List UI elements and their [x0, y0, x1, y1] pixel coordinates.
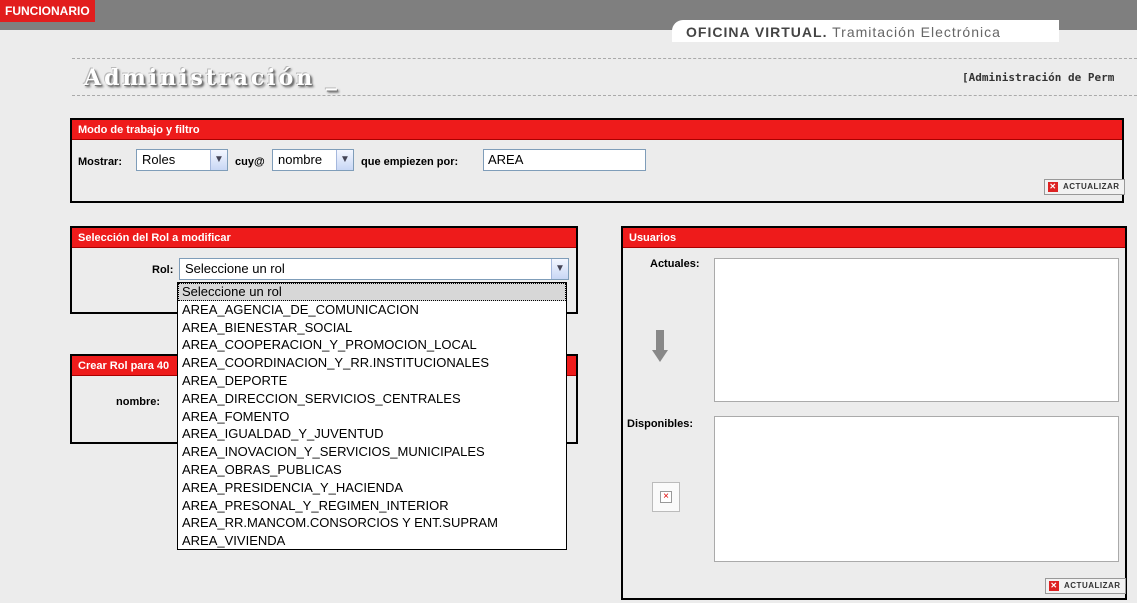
- users-refresh-button-label: ACTUALIZAR: [1064, 581, 1121, 590]
- available-users-list[interactable]: [714, 416, 1119, 562]
- starts-with-input[interactable]: AREA: [483, 149, 646, 171]
- whose-label: cuy@: [235, 156, 265, 168]
- users-refresh-button[interactable]: ✕ ACTUALIZAR: [1045, 578, 1126, 594]
- current-users-list[interactable]: [714, 258, 1119, 402]
- refresh-button[interactable]: ✕ ACTUALIZAR: [1044, 179, 1125, 195]
- whose-select[interactable]: nombre ▼: [272, 149, 354, 171]
- role-option[interactable]: AREA_FOMENTO: [178, 408, 566, 426]
- role-select[interactable]: Seleccione un rol ▼: [179, 258, 569, 280]
- office-tab: OFICINA VIRTUAL. Tramitación Electrónica: [672, 20, 1059, 42]
- role-option[interactable]: AREA_VIVIENDA: [178, 532, 566, 550]
- office-subtitle: Tramitación Electrónica: [827, 24, 1001, 40]
- role-option[interactable]: AREA_COORDINACION_Y_RR.INSTITUCIONALES: [178, 354, 566, 372]
- role-badge: FUNCIONARIO: [0, 0, 95, 22]
- title-area: Administración _ [Administración de Perm: [72, 58, 1137, 96]
- role-option[interactable]: AREA_PRESONAL_Y_REGIMEN_INTERIOR: [178, 497, 566, 515]
- name-label: nombre:: [116, 396, 160, 408]
- available-users-label: Disponibles:: [627, 418, 694, 430]
- role-option[interactable]: AREA_DEPORTE: [178, 372, 566, 390]
- role-option[interactable]: AREA_OBRAS_PUBLICAS: [178, 461, 566, 479]
- role-option[interactable]: AREA_BIENESTAR_SOCIAL: [178, 319, 566, 337]
- broken-image-icon[interactable]: ×: [652, 482, 680, 512]
- role-option[interactable]: AREA_RR.MANCOM.CONSORCIOS Y ENT.SUPRAM: [178, 514, 566, 532]
- role-panel-title: Selección del Rol a modificar: [72, 228, 576, 248]
- arrow-down-icon[interactable]: [652, 330, 668, 368]
- refresh-button-label: ACTUALIZAR: [1063, 182, 1120, 191]
- refresh-icon: ✕: [1049, 581, 1059, 591]
- show-select[interactable]: Roles ▼: [136, 149, 228, 171]
- role-dropdown-list[interactable]: Seleccione un rol AREA_AGENCIA_DE_COMUNIC…: [177, 282, 567, 550]
- role-option[interactable]: AREA_AGENCIA_DE_COMUNICACION: [178, 301, 566, 319]
- role-option[interactable]: AREA_DIRECCION_SERVICIOS_CENTRALES: [178, 390, 566, 408]
- refresh-icon: ✕: [1048, 182, 1058, 192]
- chevron-down-icon: ▼: [551, 259, 568, 279]
- whose-select-value: nombre: [278, 152, 323, 167]
- show-select-value: Roles: [142, 152, 176, 167]
- role-select-value: Seleccione un rol: [185, 261, 285, 276]
- filter-panel-title: Modo de trabajo y filtro: [72, 120, 1122, 140]
- role-option[interactable]: AREA_INOVACION_Y_SERVICIOS_MUNICIPALES: [178, 443, 566, 461]
- role-option[interactable]: AREA_IGUALDAD_Y_JUVENTUD: [178, 425, 566, 443]
- page-title: Administración _: [84, 65, 340, 91]
- current-users-label: Actuales:: [650, 258, 700, 270]
- chevron-down-icon: ▼: [210, 150, 227, 170]
- filter-panel: Modo de trabajo y filtro Mostrar: Roles …: [70, 118, 1125, 203]
- office-title: OFICINA VIRTUAL.: [686, 24, 828, 40]
- role-label: Rol:: [152, 264, 174, 276]
- users-panel: Usuarios Actuales: Disponibles: ✕ ACTUALI…: [621, 226, 1127, 600]
- role-option[interactable]: AREA_PRESIDENCIA_Y_HACIENDA: [178, 479, 566, 497]
- role-option[interactable]: AREA_COOPERACION_Y_PROMOCION_LOCAL: [178, 336, 566, 354]
- role-option[interactable]: Seleccione un rol: [178, 283, 566, 301]
- users-panel-title: Usuarios: [623, 228, 1125, 248]
- chevron-down-icon: ▼: [336, 150, 353, 170]
- starts-label: que empiezen por:: [361, 156, 459, 168]
- show-label: Mostrar:: [78, 156, 123, 168]
- breadcrumb[interactable]: [Administración de Perm: [962, 71, 1114, 84]
